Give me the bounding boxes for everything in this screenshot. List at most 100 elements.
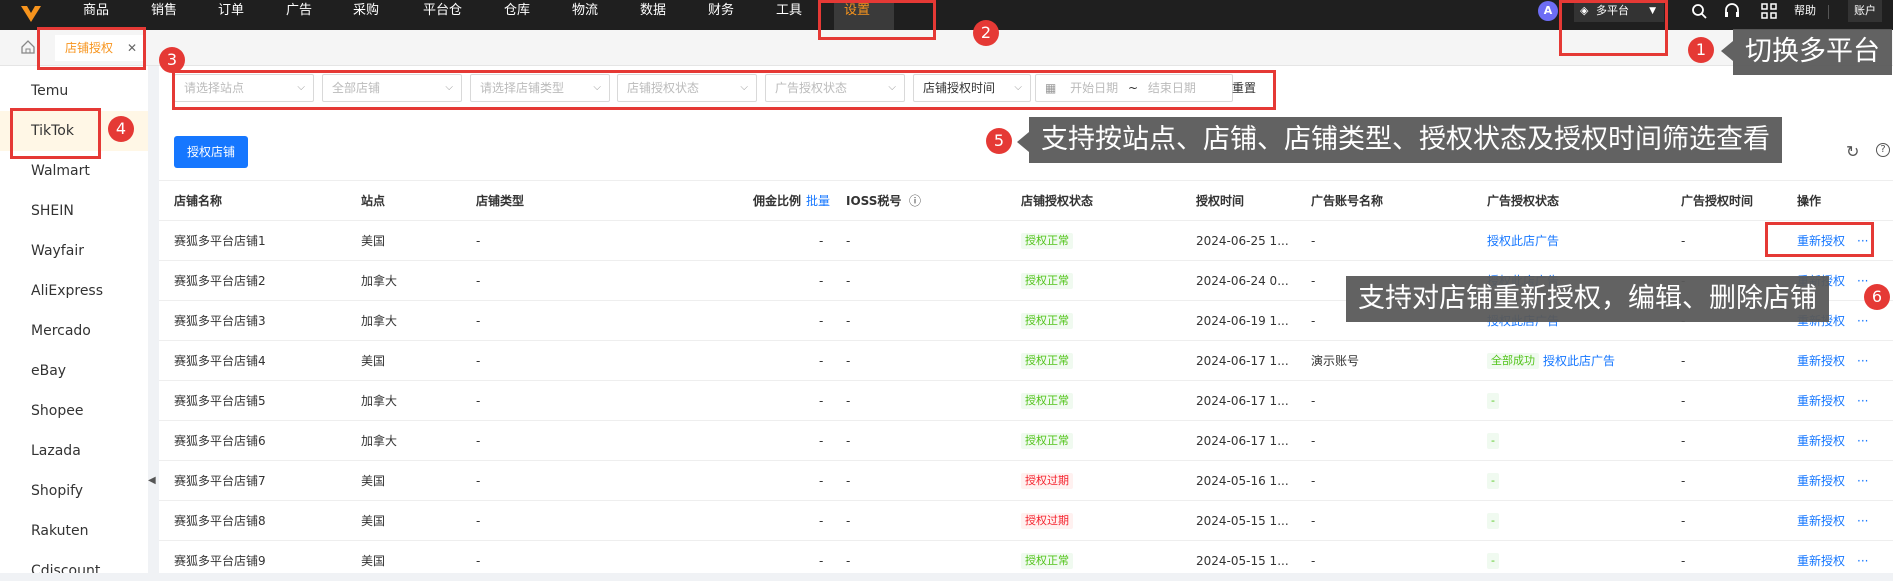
sidebar-item-shein[interactable]: SHEIN [0,191,148,231]
sidebar-item-temu[interactable]: Temu [0,71,148,111]
nav-item-data[interactable]: 数据 [640,0,666,30]
reauth-link[interactable]: 重新授权 [1797,381,1845,421]
reauth-link[interactable]: 重新授权 [1797,461,1845,501]
cell-site: 加拿大 [361,434,398,448]
headset-icon[interactable] [1723,2,1741,20]
status-badge: 授权正常 [1021,433,1073,449]
sidebar-item-shopify[interactable]: Shopify [0,471,148,511]
annotation-marker-3: 3 [159,47,185,73]
col-auth-status: 店铺授权状态 [1021,194,1094,208]
sidebar-item-aliexpress[interactable]: AliExpress [0,271,148,311]
logo-icon[interactable] [20,4,42,24]
sidebar-item-shopee[interactable]: Shopee [0,391,148,431]
cell-ad-time: - [1681,354,1686,368]
more-actions-icon[interactable]: ··· [1857,421,1868,461]
cell-ad-account: - [1311,234,1316,248]
apps-grid-icon[interactable] [1760,2,1778,20]
table-row: 赛狐多平台店铺4 美国 - - - 授权正常 2024-06-17 1... 演示账号 全部成功… [159,340,1893,380]
sidebar-item-rakuten[interactable]: Rakuten [0,511,148,551]
cell-ad-time: - [1681,554,1686,568]
tooltip-arrow [1721,41,1733,61]
sidebar-item-ebay[interactable]: eBay [0,351,148,391]
more-actions-icon[interactable]: ··· [1857,541,1868,581]
reauth-link[interactable]: 重新授权 [1797,501,1845,541]
cell-commission: - [819,354,824,368]
cell-site: 加拿大 [361,394,398,408]
annotation-tooltip-platform: 切换多平台 [1733,29,1892,75]
col-store-type: 店铺类型 [476,194,525,208]
sidebar-item-wayfair[interactable]: Wayfair [0,231,148,271]
account-menu[interactable]: 账户 [1848,0,1882,22]
cell-commission: - [819,314,824,328]
ad-status-badge: - [1487,473,1499,489]
col-auth-time: 授权时间 [1196,194,1245,208]
cell-site: 加拿大 [361,314,398,328]
ad-status-badge: 全部成功 [1487,353,1539,369]
help-icon[interactable]: ? [1876,143,1890,157]
table-row: 赛狐多平台店铺8 美国 - - - 授权过期 2024-05-15 1... - - - 重新授权 ·… [159,500,1893,540]
cell-store-name: 赛狐多平台店铺7 [174,474,266,488]
cell-ioss: - [846,274,851,288]
cell-ioss: - [846,514,851,528]
cell-store-type: - [476,314,481,328]
table-row: 赛狐多平台店铺1 美国 - - - 授权正常 2024-06-25 1... - 授权此店广告 -… [159,220,1893,260]
batch-link[interactable]: 批量 [806,181,830,221]
home-icon[interactable] [20,39,36,55]
nav-item-platform-warehouse[interactable]: 平台仓 [423,0,462,30]
cell-store-type: - [476,354,481,368]
more-actions-icon[interactable]: ··· [1857,501,1868,541]
cell-store-type: - [476,394,481,408]
reauth-link[interactable]: 重新授权 [1797,341,1845,381]
cell-store-name: 赛狐多平台店铺9 [174,554,266,568]
cell-ad-account: - [1311,514,1316,528]
nav-item-products[interactable]: 商品 [83,0,109,30]
nav-item-ads[interactable]: 广告 [286,0,312,30]
cell-ioss: - [846,554,851,568]
cell-auth-time: 2024-06-17 1... [1196,434,1289,448]
cell-site: 美国 [361,514,386,528]
sidebar-item-mercado[interactable]: Mercado [0,311,148,351]
cell-ioss: - [846,394,851,408]
ad-auth-link[interactable]: 授权此店广告 [1543,341,1615,381]
question-icon[interactable]: ⓘ [909,181,921,221]
cell-commission: - [819,234,824,248]
cell-ioss: - [846,474,851,488]
nav-item-logistics[interactable]: 物流 [572,0,598,30]
cell-store-name: 赛狐多平台店铺3 [174,314,266,328]
col-actions: 操作 [1797,194,1822,208]
more-actions-icon[interactable]: ··· [1857,461,1868,501]
annotation-marker-1: 1 [1688,37,1714,63]
status-badge: 授权正常 [1021,233,1073,249]
authorize-store-button[interactable]: 授权店铺 [174,136,248,168]
sidebar-item-cdiscount[interactable]: Cdiscount [0,551,148,573]
more-actions-icon[interactable]: ··· [1857,381,1868,421]
sidebar-collapse-icon[interactable]: ◀ [148,470,156,492]
reauth-link[interactable]: 重新授权 [1797,541,1845,581]
avatar[interactable]: A [1538,1,1558,21]
status-badge: 授权正常 [1021,313,1073,329]
cell-auth-time: 2024-05-15 1... [1196,514,1289,528]
cell-auth-time: 2024-05-16 1... [1196,474,1289,488]
reauth-link[interactable]: 重新授权 [1797,421,1845,461]
cell-commission: - [819,514,824,528]
search-icon[interactable] [1690,2,1708,20]
annotation-box-filters [172,70,1276,110]
nav-item-purchase[interactable]: 采购 [353,0,379,30]
ad-auth-link[interactable]: 授权此店广告 [1487,221,1559,261]
nav-item-tools[interactable]: 工具 [776,0,802,30]
more-actions-icon[interactable]: ··· [1857,341,1868,381]
table-header: 店铺名称 站点 店铺类型 佣金比例 批量 IOSS税号 ⓘ 店铺授权状态 授权时… [159,180,1893,220]
nav-item-orders[interactable]: 订单 [218,0,244,30]
nav-item-sales[interactable]: 销售 [151,0,177,30]
refresh-icon[interactable]: ↻ [1846,142,1859,161]
annotation-box-settings [818,0,936,40]
nav-item-warehouse[interactable]: 仓库 [504,0,530,30]
sidebar-item-lazada[interactable]: Lazada [0,431,148,471]
annotation-marker-4: 4 [108,116,134,142]
cell-store-type: - [476,234,481,248]
cell-ad-time: - [1681,514,1686,528]
more-actions-icon[interactable]: ··· [1857,301,1868,341]
nav-item-finance[interactable]: 财务 [708,0,734,30]
cell-commission: - [819,394,824,408]
help-link[interactable]: 帮助 [1794,0,1816,30]
